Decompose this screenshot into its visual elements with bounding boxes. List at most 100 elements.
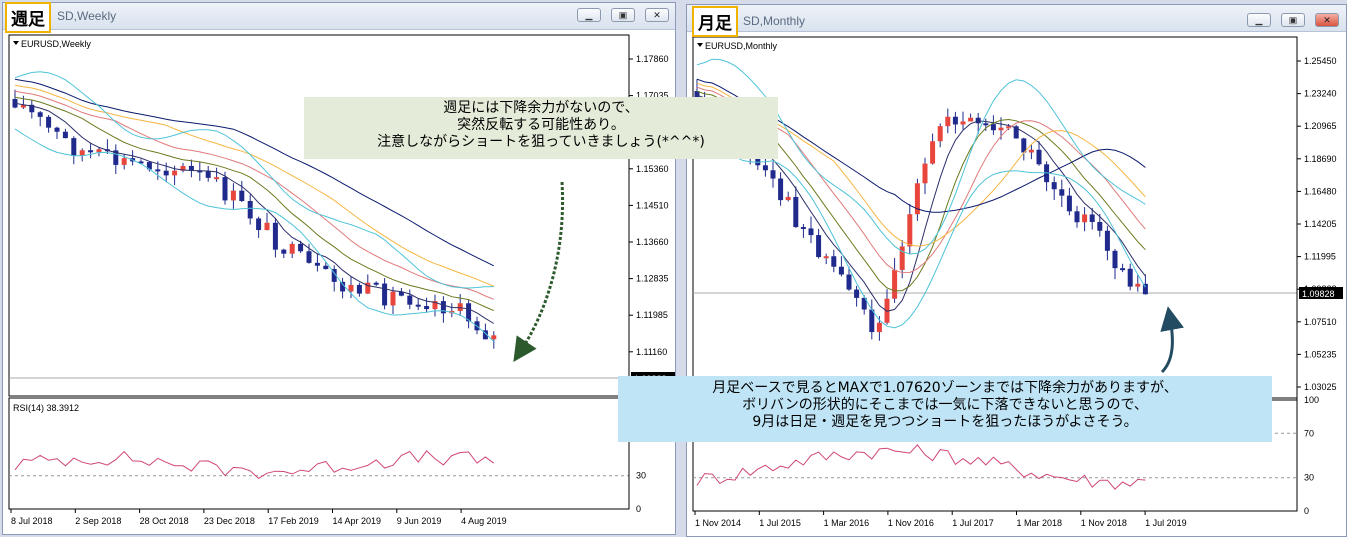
- bear-candle: [846, 274, 852, 290]
- bull-candle: [930, 141, 936, 164]
- bull-candle: [121, 158, 127, 165]
- weekly-tag: 週足: [5, 2, 51, 33]
- weekly-chart-window[interactable]: SD,Weekly ▁ ▣ ✕ EURUSD,Weekly 1.17860 1.17…: [2, 2, 676, 535]
- bear-candle: [762, 165, 768, 171]
- close-icon: ✕: [653, 10, 661, 20]
- bear-candle: [205, 171, 211, 178]
- bear-candle: [1066, 195, 1072, 212]
- bear-candle: [854, 289, 860, 298]
- bull-candle: [96, 149, 102, 153]
- bear-candle: [816, 235, 822, 258]
- bear-candle: [1089, 214, 1095, 222]
- price-panel-frame: [692, 36, 1298, 399]
- date-tick-label: 4 Aug 2019: [461, 516, 507, 526]
- date-tick-label: 8 Jul 2018: [11, 516, 53, 526]
- weekly-comment-line: 注意しながらショートを狙っていきましょう(*^^*): [377, 134, 705, 150]
- bear-candle: [46, 116, 52, 128]
- bear-candle: [778, 178, 784, 201]
- close-button[interactable]: ✕: [645, 8, 669, 22]
- bear-candle: [838, 266, 844, 275]
- restore-button[interactable]: ▣: [611, 8, 635, 22]
- bull-candle: [922, 163, 928, 184]
- bull-candle: [968, 117, 974, 122]
- bear-candle: [1112, 250, 1118, 269]
- bear-candle: [163, 170, 169, 176]
- bull-candle: [230, 190, 236, 201]
- bear-candle: [1074, 211, 1080, 223]
- rsi-tick-label: 30: [1304, 473, 1314, 483]
- restore-icon: ▣: [1288, 15, 1298, 25]
- bull-candle: [892, 269, 898, 299]
- date-tick-label: 1 Mar 2018: [1017, 518, 1063, 528]
- date-tick-label: 1 Nov 2016: [888, 518, 934, 528]
- monthly-titlebar[interactable]: SD,Monthly ▁ ▣ ✕: [687, 5, 1346, 32]
- price-tick-label: 1.05235: [1304, 349, 1337, 359]
- date-tick-label: 1 Nov 2018: [1081, 518, 1127, 528]
- monthly-chart[interactable]: EURUSD,Monthly 1.25450 1.23240 1.20965 1.186…: [687, 31, 1346, 536]
- price-tick-label: 1.03025: [1304, 382, 1337, 392]
- monthly-chart-window[interactable]: SD,Monthly ▁ ▣ ✕ EURUSD,Monthly 1.25450 1.…: [686, 4, 1347, 537]
- date-tick-label: 14 Apr 2019: [333, 516, 382, 526]
- bear-candle: [831, 256, 837, 267]
- bull-candle: [785, 196, 791, 201]
- bear-candle: [1036, 149, 1042, 165]
- date-tick-label: 1 Jul 2015: [759, 518, 801, 528]
- date-tick-label: 28 Oct 2018: [140, 516, 189, 526]
- bear-candle: [314, 262, 320, 266]
- price-tick-label: 1.11995: [1304, 252, 1336, 262]
- date-tick-label: 2 Sep 2018: [75, 516, 121, 526]
- date-tick-label: 9 Jun 2019: [397, 516, 442, 526]
- price-tag-label: 1.09828: [1302, 289, 1335, 299]
- bear-candle: [1097, 221, 1103, 231]
- weekly-comment-box: 週足には下降余力がないので、 突然反転する可能性あり。 注意しながらショートを狙…: [304, 97, 778, 159]
- weekly-comment-line: 週足には下降余力がないので、: [443, 100, 639, 116]
- bull-candle: [1135, 283, 1141, 287]
- price-panel-frame: [8, 34, 630, 397]
- bear-candle: [54, 127, 60, 132]
- bear-candle: [770, 170, 776, 179]
- price-tick-label: 1.14510: [636, 200, 669, 210]
- bear-candle: [808, 228, 814, 236]
- bear-candle: [62, 131, 68, 139]
- monthly-comment-box: 月足ベースで見るとMAXで1.07620ゾーンまでは下降余力がありますが、 ボリ…: [618, 376, 1272, 442]
- bear-candle: [306, 251, 312, 263]
- weekly-titlebar[interactable]: SD,Weekly ▁ ▣ ✕: [3, 3, 675, 30]
- rsi-tick-label: 0: [636, 504, 641, 514]
- monthly-tag: 月足: [692, 6, 738, 37]
- price-tick-label: 1.23240: [1304, 89, 1337, 99]
- price-tick-label: 1.16480: [1304, 186, 1337, 196]
- rsi-line: [14, 450, 495, 480]
- bear-candle: [990, 124, 996, 131]
- rsi-line: [696, 444, 1146, 490]
- rsi-tick-label: 70: [1304, 428, 1314, 438]
- price-tick-label: 1.20965: [1304, 121, 1337, 131]
- rsi-tick-label: 0: [1304, 506, 1309, 516]
- price-tick-label: 1.15360: [636, 164, 669, 174]
- bollinger-band-line: [14, 128, 495, 342]
- bull-candle: [1082, 214, 1088, 223]
- minimize-button[interactable]: ▁: [577, 8, 601, 22]
- bull-candle: [457, 303, 463, 311]
- triangle-down-icon: [13, 41, 19, 45]
- restore-button[interactable]: ▣: [1281, 13, 1305, 27]
- bull-candle: [907, 214, 913, 247]
- close-button[interactable]: ✕: [1315, 13, 1339, 27]
- minimize-icon: ▁: [1255, 15, 1263, 25]
- bear-candle: [37, 112, 43, 117]
- bear-candle: [71, 138, 77, 156]
- bull-candle: [289, 243, 295, 254]
- bull-candle: [264, 222, 270, 231]
- date-tick-label: 23 Dec 2018: [204, 516, 255, 526]
- triangle-down-icon: [697, 43, 703, 47]
- bull-candle: [876, 322, 882, 333]
- bear-candle: [272, 222, 278, 250]
- bear-candle: [1059, 189, 1065, 196]
- price-tick-label: 1.14205: [1304, 219, 1337, 229]
- rsi-label: RSI(14) 38.3912: [13, 403, 79, 413]
- bear-candle: [256, 218, 262, 231]
- date-tick-label: 1 Jul 2017: [952, 518, 994, 528]
- bear-candle: [1104, 230, 1110, 251]
- price-tick-label: 1.12835: [636, 274, 669, 284]
- bear-candle: [952, 116, 958, 125]
- minimize-button[interactable]: ▁: [1247, 13, 1271, 27]
